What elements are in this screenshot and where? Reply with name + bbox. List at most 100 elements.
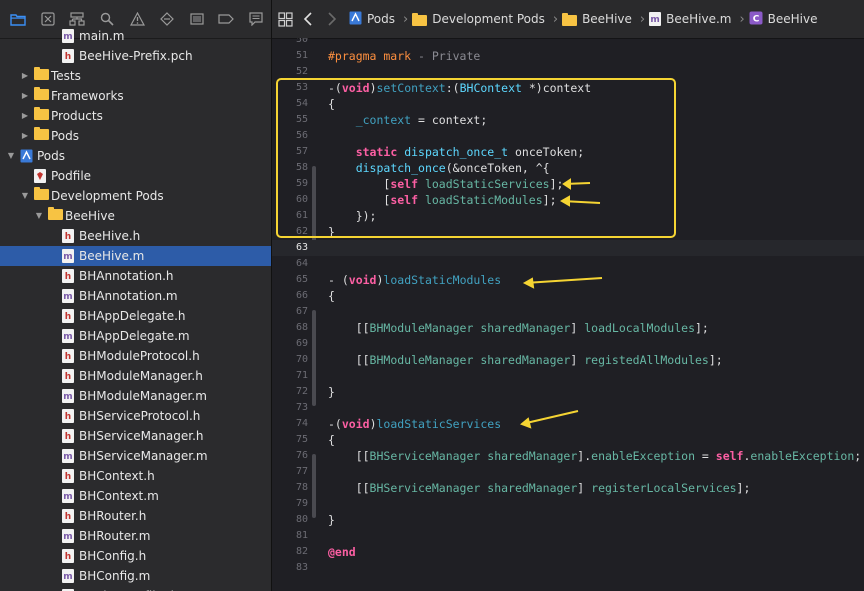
disclosure-collapsed-icon[interactable]: ▶ — [19, 69, 31, 83]
file-tree-item[interactable]: m BHModuleManager.m — [0, 386, 271, 406]
code-line[interactable]: 72} — [272, 384, 864, 400]
line-number: 74 — [295, 418, 308, 429]
file-tree-item[interactable]: m BHConfig.m — [0, 566, 271, 586]
disclosure-collapsed-icon[interactable]: ▶ — [19, 109, 31, 123]
implementation-file-icon: m — [62, 489, 74, 503]
code-line[interactable]: 73 — [272, 400, 864, 416]
folder-icon — [48, 207, 63, 220]
file-tree-item[interactable]: m BeeHive.m — [0, 246, 271, 266]
folder-icon — [34, 127, 49, 140]
file-tree-item[interactable]: ▶ Tests — [0, 66, 271, 86]
implementation-file-icon: m — [62, 569, 74, 583]
breadcrumb-item[interactable]: Pods — [349, 11, 395, 28]
file-tree-item[interactable]: h BHModuleManager.h — [0, 366, 271, 386]
file-tree-item[interactable]: ▶ Products — [0, 106, 271, 126]
code-line[interactable]: 79 — [272, 496, 864, 512]
disclosure-expanded-icon[interactable]: ▼ — [5, 149, 17, 163]
code-line[interactable]: 67 — [272, 304, 864, 320]
code-text: [[BHServiceManager sharedManager] regist… — [328, 481, 751, 495]
code-line[interactable]: 80} — [272, 512, 864, 528]
disclosure-expanded-icon[interactable]: ▼ — [33, 209, 45, 223]
file-tree-label: BHModuleManager.h — [79, 369, 203, 383]
related-items-icon[interactable] — [278, 11, 293, 27]
line-number: 76 — [295, 450, 308, 461]
file-tree-item[interactable]: ▶ Frameworks — [0, 86, 271, 106]
file-tree-item[interactable]: m BHAnnotation.m — [0, 286, 271, 306]
header-file-icon: h — [62, 369, 74, 383]
file-tree-item[interactable]: m BHAppDelegate.m — [0, 326, 271, 346]
file-tree-item[interactable]: m BHServiceManager.m — [0, 446, 271, 466]
file-tree-item[interactable]: h BeeHive.h — [0, 226, 271, 246]
code-line[interactable]: 78 [[BHServiceManager sharedManager] reg… — [272, 480, 864, 496]
header-file-icon: h — [62, 509, 74, 523]
header-file-icon: h — [62, 229, 74, 243]
chevron-right-icon: › — [552, 11, 559, 27]
code-text: [[BHModuleManager sharedManager] registe… — [328, 353, 723, 367]
file-tree-item[interactable]: h BHConfig.h — [0, 546, 271, 566]
file-tree-item[interactable]: ▼ Pods — [0, 146, 271, 166]
code-line[interactable]: 50 — [272, 38, 864, 48]
file-tree-item[interactable]: hBHTimeProfiler.h — [0, 586, 271, 591]
line-number: 73 — [295, 402, 308, 413]
code-line[interactable]: 69 — [272, 336, 864, 352]
line-number: 82 — [295, 546, 308, 557]
disclosure-collapsed-icon[interactable]: ▶ — [19, 89, 31, 103]
file-tree-item[interactable]: ▼ BeeHive — [0, 206, 271, 226]
code-line[interactable]: 77 — [272, 464, 864, 480]
code-text: - (void)loadStaticModules — [328, 273, 502, 287]
implementation-file-icon: m — [62, 529, 74, 543]
disclosure-collapsed-icon[interactable]: ▶ — [19, 129, 31, 143]
file-tree-item[interactable]: ▶ Pods — [0, 126, 271, 146]
breadcrumb-label: BeeHive.m — [666, 12, 732, 26]
file-tree-item[interactable]: h BeeHive-Prefix.pch — [0, 46, 271, 66]
code-line[interactable]: 76 [[BHServiceManager sharedManager].ena… — [272, 448, 864, 464]
code-line[interactable]: 82 @end — [272, 544, 864, 560]
file-tree-item[interactable]: h BHModuleProtocol.h — [0, 346, 271, 366]
line-number: 75 — [295, 434, 308, 445]
file-tree-item[interactable]: m BHRouter.m — [0, 526, 271, 546]
code-line[interactable]: 65 - (void)loadStaticModules — [272, 272, 864, 288]
file-tree-item[interactable]: m BHContext.m — [0, 486, 271, 506]
chevron-right-icon: › — [639, 11, 646, 27]
file-tree-item[interactable]: ▼ Development Pods — [0, 186, 271, 206]
file-tree-item[interactable]: h BHServiceManager.h — [0, 426, 271, 446]
folder-icon — [562, 12, 578, 26]
file-tree-label: BeeHive — [65, 209, 115, 223]
breadcrumb-label: Development Pods — [432, 12, 545, 26]
file-tree-item[interactable]: m main.m — [0, 26, 271, 46]
code-line[interactable]: 75 { — [272, 432, 864, 448]
disclosure-expanded-icon[interactable]: ▼ — [19, 189, 31, 203]
code-line[interactable]: 71 — [272, 368, 864, 384]
breadcrumb-item[interactable]: BeeHive — [562, 12, 632, 26]
code-line[interactable]: 74 -(void)loadStaticServices — [272, 416, 864, 432]
file-tree-item[interactable]: h BHAnnotation.h — [0, 266, 271, 286]
breadcrumb-item[interactable]: C BeeHive — [749, 11, 818, 28]
file-tree-item[interactable]: h BHServiceProtocol.h — [0, 406, 271, 426]
breadcrumb-item[interactable]: m BeeHive.m — [649, 12, 731, 26]
project-navigator: m main.m h BeeHive-Prefix.pch ▶ Tests ▶ Framewo… — [0, 0, 272, 591]
forward-arrow-icon[interactable] — [327, 12, 337, 26]
code-line[interactable]: 83 — [272, 560, 864, 576]
code-line[interactable]: 66 { — [272, 288, 864, 304]
file-tree-item[interactable]: h BHAppDelegate.h — [0, 306, 271, 326]
file-tree-item[interactable]: h BHRouter.h — [0, 506, 271, 526]
line-number: 66 — [295, 290, 308, 301]
file-tree-label: BHConfig.h — [79, 549, 147, 563]
code-line[interactable]: 70 [[BHModuleManager sharedManager] regi… — [272, 352, 864, 368]
code-line[interactable]: 63 — [272, 240, 864, 256]
breadcrumb-item[interactable]: Development Pods — [412, 12, 545, 26]
code-line[interactable]: 51 #pragma mark - Private — [272, 48, 864, 64]
file-tree-label: Pods — [51, 129, 80, 143]
back-arrow-icon[interactable] — [303, 12, 313, 26]
file-tree-label: Tests — [51, 69, 81, 83]
code-line[interactable]: 68 [[BHModuleManager sharedManager] load… — [272, 320, 864, 336]
file-tree-item[interactable]: Podfile — [0, 166, 271, 186]
file-tree-item[interactable]: h BHContext.h — [0, 466, 271, 486]
code-line[interactable]: 64 — [272, 256, 864, 272]
code-line[interactable]: 81 — [272, 528, 864, 544]
header-file-icon: h — [62, 469, 74, 483]
implementation-file-icon: m — [62, 249, 74, 263]
line-number: 67 — [295, 306, 308, 317]
code-text: @end — [328, 545, 356, 559]
ruby-file-icon — [34, 169, 46, 183]
